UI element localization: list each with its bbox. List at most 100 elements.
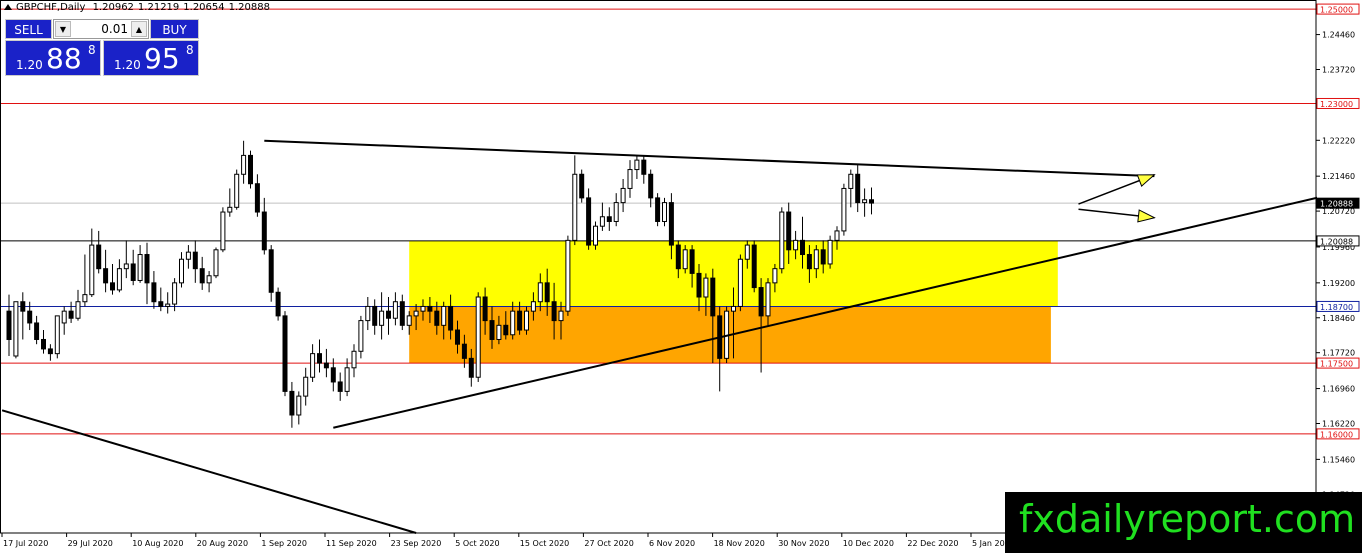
candle[interactable] — [476, 292, 480, 382]
price-chart[interactable]: 1.244601.237201.222201.214601.207201.199… — [0, 0, 1362, 553]
candle[interactable] — [600, 203, 604, 231]
candle[interactable] — [290, 382, 294, 428]
candle[interactable] — [76, 290, 80, 321]
candle[interactable] — [152, 271, 156, 309]
candle[interactable] — [166, 292, 170, 313]
candle[interactable] — [14, 302, 18, 359]
candle-body — [759, 288, 763, 316]
candle[interactable] — [566, 236, 570, 316]
candle[interactable] — [324, 349, 328, 377]
candle[interactable] — [104, 250, 108, 292]
candle[interactable] — [269, 245, 273, 302]
candle[interactable] — [828, 236, 832, 269]
trendline-1[interactable] — [264, 141, 1154, 176]
candle[interactable] — [62, 306, 66, 334]
candle[interactable] — [373, 299, 377, 334]
candle[interactable] — [131, 250, 135, 285]
candle[interactable] — [580, 170, 584, 203]
candle[interactable] — [304, 368, 308, 406]
candle[interactable] — [138, 245, 142, 283]
candle[interactable] — [352, 344, 356, 377]
candle[interactable] — [42, 330, 46, 354]
candle[interactable] — [338, 373, 342, 401]
trendline-3[interactable] — [2, 410, 416, 533]
candle[interactable] — [842, 184, 846, 236]
candle[interactable] — [111, 264, 115, 295]
candle[interactable] — [228, 188, 232, 216]
candle-body — [462, 344, 466, 358]
candle[interactable] — [186, 245, 190, 269]
candle[interactable] — [69, 302, 73, 323]
candle[interactable] — [311, 344, 315, 382]
candle[interactable] — [635, 155, 639, 179]
candle[interactable] — [345, 358, 349, 396]
candle[interactable] — [83, 255, 87, 307]
up-arrow-icon[interactable]: ▲ — [131, 21, 147, 37]
sell-button[interactable]: SELL — [5, 19, 52, 39]
candle[interactable] — [870, 187, 874, 214]
buy-price-box[interactable]: 1.20 95 8 — [103, 40, 199, 76]
candle[interactable] — [718, 306, 722, 391]
candle[interactable] — [180, 252, 184, 287]
candle[interactable] — [780, 207, 784, 273]
candle[interactable] — [387, 297, 391, 335]
candle[interactable] — [193, 240, 197, 282]
candle[interactable] — [242, 141, 246, 184]
candle[interactable] — [393, 292, 397, 325]
candle[interactable] — [366, 297, 370, 330]
candle[interactable] — [752, 240, 756, 292]
collapse-triangle-icon[interactable] — [4, 4, 12, 10]
candle[interactable] — [21, 292, 25, 339]
candle[interactable] — [594, 221, 598, 249]
candle[interactable] — [628, 160, 632, 198]
candle[interactable] — [124, 240, 128, 278]
candle[interactable] — [200, 257, 204, 290]
candle[interactable] — [380, 292, 384, 339]
candle[interactable] — [35, 316, 39, 344]
candle[interactable] — [400, 295, 404, 330]
candle[interactable] — [359, 316, 363, 358]
candle-body — [835, 231, 839, 240]
candle[interactable] — [235, 170, 239, 210]
candle[interactable] — [856, 165, 860, 212]
candle[interactable] — [614, 193, 618, 226]
candle[interactable] — [159, 288, 163, 312]
sell-price-box[interactable]: 1.20 88 8 — [5, 40, 101, 76]
candle[interactable] — [117, 259, 121, 292]
candle[interactable] — [607, 207, 611, 231]
candle[interactable] — [90, 229, 94, 297]
candle[interactable] — [656, 193, 660, 226]
candle[interactable] — [683, 245, 687, 273]
down-arrow-icon[interactable]: ▼ — [55, 21, 71, 37]
candle[interactable] — [262, 198, 266, 255]
candle[interactable] — [663, 198, 667, 226]
candle[interactable] — [587, 188, 591, 249]
candle[interactable] — [97, 231, 101, 273]
candle[interactable] — [642, 155, 646, 183]
candle[interactable] — [7, 295, 11, 356]
lot-size-input[interactable] — [72, 21, 130, 37]
candle[interactable] — [573, 155, 577, 245]
candle[interactable] — [276, 288, 280, 321]
candle[interactable] — [297, 391, 301, 424]
symbol-header: GBPCHF,Daily 1.209621.212191.206541.2088… — [4, 2, 274, 13]
candle[interactable] — [255, 174, 259, 216]
candle[interactable] — [649, 170, 653, 208]
chart-area[interactable]: 1.244601.237201.222201.214601.207201.199… — [0, 0, 1362, 553]
candle[interactable] — [283, 311, 287, 396]
candle[interactable] — [145, 243, 149, 304]
candle[interactable] — [525, 306, 529, 334]
buy-button[interactable]: BUY — [150, 19, 199, 39]
candle[interactable] — [48, 344, 52, 361]
candle-body — [331, 368, 335, 382]
candle[interactable] — [318, 339, 322, 372]
candle[interactable] — [55, 316, 59, 358]
candle[interactable] — [221, 207, 225, 252]
candle[interactable] — [214, 247, 218, 278]
candle[interactable] — [849, 170, 853, 208]
candle[interactable] — [863, 188, 867, 216]
candle[interactable] — [621, 179, 625, 212]
candle[interactable] — [249, 151, 253, 189]
candle[interactable] — [738, 255, 742, 312]
candle[interactable] — [207, 271, 211, 292]
